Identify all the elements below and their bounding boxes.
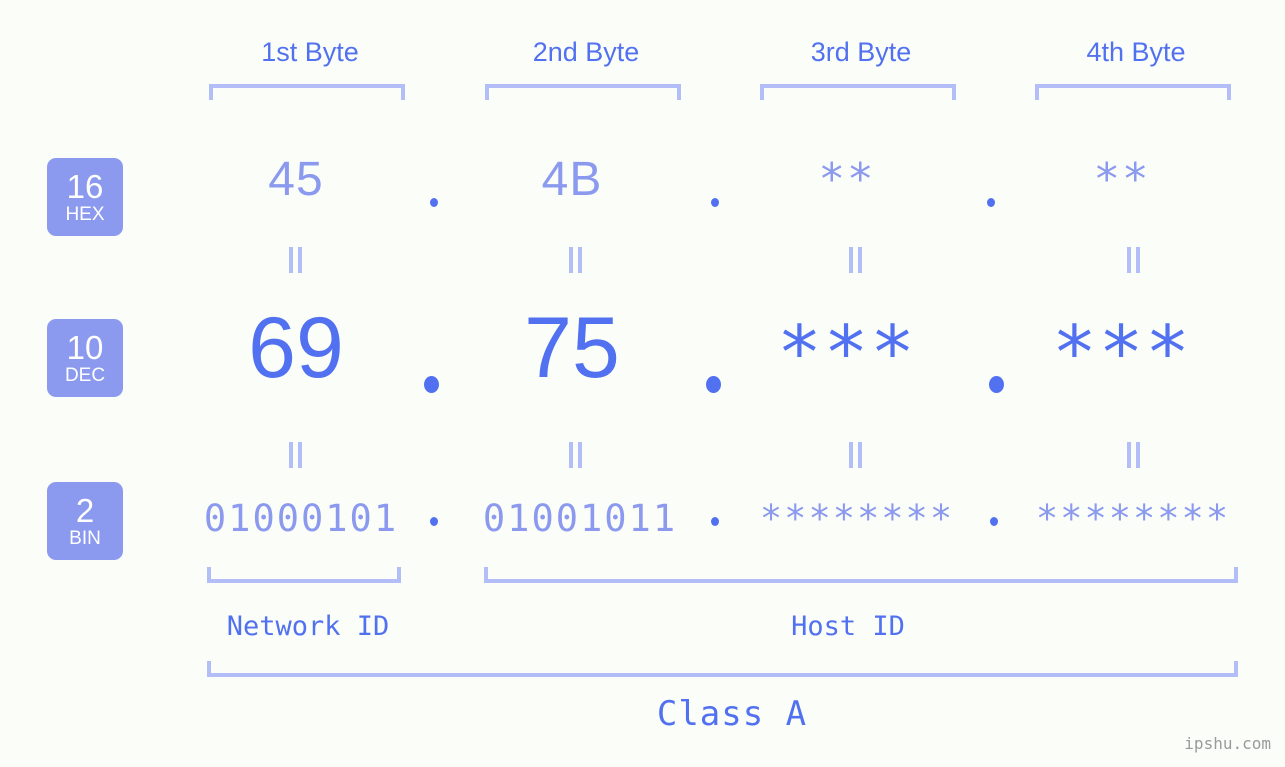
- bin-dot-3: [990, 517, 998, 526]
- bin-byte-2: 01001011: [482, 497, 678, 540]
- host-id-bracket: [484, 567, 1238, 583]
- network-id-bracket: [207, 567, 401, 583]
- dec-byte-4: ***: [1052, 310, 1192, 396]
- radix-badge-dec: 10 DEC: [47, 319, 123, 397]
- equals-mark-dec-bin-3: [849, 442, 863, 468]
- ip-byte-diagram: 1st Byte 2nd Byte 3rd Byte 4th Byte 16 H…: [0, 0, 1285, 767]
- hex-byte-1: 45: [268, 153, 324, 206]
- hex-byte-3: **: [818, 154, 876, 205]
- bin-dot-2: [711, 517, 719, 526]
- equals-mark-dec-bin-2: [569, 442, 583, 468]
- equals-mark-hex-dec-2: [569, 247, 583, 273]
- radix-badge-bin-number: 2: [75, 491, 95, 529]
- radix-badge-dec-number: 10: [66, 328, 104, 366]
- network-id-label: Network ID: [226, 611, 390, 642]
- dec-dot-1: [424, 376, 439, 393]
- hex-byte-4: **: [1093, 154, 1151, 205]
- radix-badge-bin-unit: BIN: [69, 527, 101, 549]
- hex-byte-2: 4B: [541, 153, 603, 206]
- dec-byte-1: 69: [248, 300, 344, 396]
- byte-header-4: 4th Byte: [1086, 37, 1186, 67]
- byte-header-1: 1st Byte: [261, 37, 359, 67]
- hex-dot-2: [711, 198, 719, 207]
- bin-byte-3: ********: [759, 497, 955, 540]
- equals-mark-hex-dec-1: [289, 247, 303, 273]
- hex-dot-3: [987, 198, 995, 207]
- byte-header-2: 2nd Byte: [532, 37, 640, 67]
- dec-byte-3: ***: [777, 310, 917, 396]
- bin-dot-1: [430, 517, 438, 526]
- radix-badge-hex-unit: HEX: [65, 203, 105, 225]
- class-bracket: [207, 661, 1238, 677]
- bin-byte-1: 01000101: [203, 497, 399, 540]
- radix-badge-hex-number: 16: [66, 167, 104, 205]
- class-label: Class A: [656, 694, 808, 734]
- equals-mark-dec-bin-1: [289, 442, 303, 468]
- byte-bracket-top-3: [760, 84, 956, 100]
- radix-badge-bin: 2 BIN: [47, 482, 123, 560]
- radix-badge-hex: 16 HEX: [47, 158, 123, 236]
- watermark: ipshu.com: [1184, 734, 1271, 753]
- dec-dot-2: [706, 376, 721, 393]
- byte-bracket-top-2: [485, 84, 681, 100]
- bin-byte-4: ********: [1035, 497, 1231, 540]
- equals-mark-hex-dec-4: [1127, 247, 1141, 273]
- radix-badge-dec-unit: DEC: [64, 364, 106, 386]
- byte-header-3: 3rd Byte: [810, 37, 912, 67]
- equals-mark-dec-bin-4: [1127, 442, 1141, 468]
- host-id-label: Host ID: [791, 611, 905, 642]
- equals-mark-hex-dec-3: [849, 247, 863, 273]
- byte-bracket-top-4: [1035, 84, 1231, 100]
- dec-dot-3: [989, 376, 1004, 393]
- hex-dot-1: [430, 198, 438, 207]
- dec-byte-2: 75: [524, 300, 620, 396]
- byte-bracket-top-1: [209, 84, 405, 100]
